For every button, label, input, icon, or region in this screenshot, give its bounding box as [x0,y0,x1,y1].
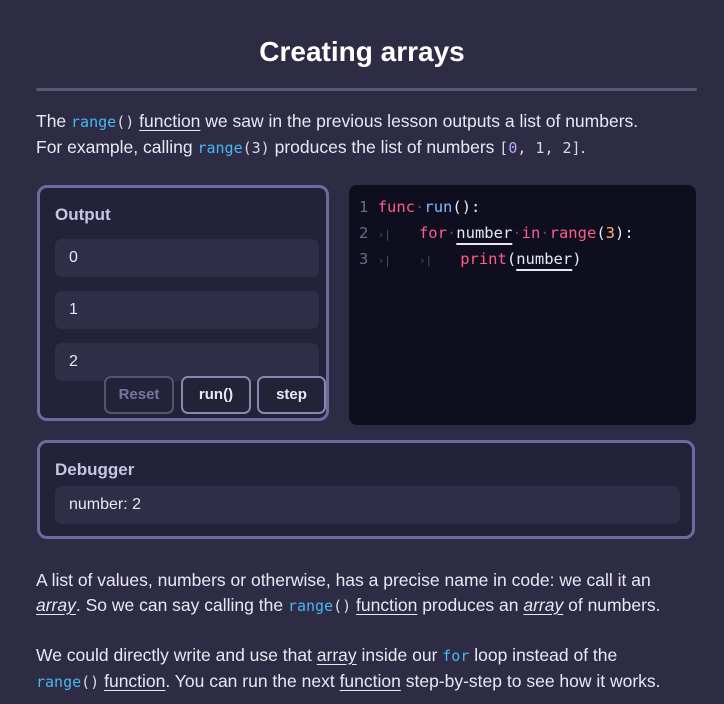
line-number: 1 [359,198,369,216]
step-button[interactable]: step [257,376,326,414]
code-line-2: 2 ›| for·number·in·range(3): [359,224,634,242]
function-link[interactable]: function [340,671,401,691]
variable-number: number [456,224,513,242]
output-row: 1 [55,291,319,329]
list-literal: [0, 1, 2] [499,139,581,157]
array-term[interactable]: array [36,595,76,615]
intro-text: we saw in the previous lesson outputs a … [200,111,639,131]
range-args: (3) [242,139,270,157]
title-divider [36,88,697,91]
code-line-3: 3 ›| ›| print(number) [359,250,582,268]
intro-paragraph: The range() function we saw in the previ… [36,109,706,161]
debugger-label: Debugger [55,460,135,479]
code-line-1: 1 func·run(): [359,198,481,216]
tab-marker: ›| [418,254,433,267]
array-link[interactable]: array [317,645,357,665]
function-link[interactable]: function [139,111,200,131]
line-number: 3 [359,250,369,268]
keyword-func: func [377,198,416,216]
tab-marker: ›| [377,254,391,267]
function-link[interactable]: function [104,671,165,691]
array-paragraph: A list of values, numbers or otherwise, … [36,570,661,615]
print-call: print [460,250,507,268]
intro-text: For example, calling [36,137,198,157]
for-code: for [442,647,470,665]
keyword-in: in [521,224,541,242]
code-editor[interactable]: 1 func·run(): 2 ›| for·number·in·range(3… [349,185,696,425]
lesson-title: Creating arrays [259,36,465,67]
reset-button[interactable]: Reset [104,376,174,414]
line-number: 2 [359,224,369,242]
range-code: range [36,673,82,691]
run-button[interactable]: run() [181,376,251,414]
output-panel: Output 0 1 2 Reset run() step [37,185,329,421]
intro-text: The [36,111,72,131]
keyword-for: for [418,224,447,242]
intro-text: . [580,137,586,157]
debugger-value: number: 2 [55,486,680,524]
variable-number: number [516,250,573,268]
function-name: run [424,198,453,216]
range-parens: () [116,113,135,131]
intro-text: produces the list of numbers [269,137,500,157]
range-call: range [549,224,597,242]
tab-marker: ›| [377,228,391,241]
output-label: Output [55,205,111,224]
range-code: range [71,113,117,131]
range-code: range [287,597,334,615]
range-code: range [197,139,243,157]
loop-paragraph: We could directly write and use that arr… [36,645,661,691]
output-row: 0 [55,239,319,277]
debugger-panel: Debugger number: 2 [37,440,695,539]
number-literal: 3 [605,224,615,242]
function-link[interactable]: function [356,595,417,615]
array-term[interactable]: array [523,595,563,615]
